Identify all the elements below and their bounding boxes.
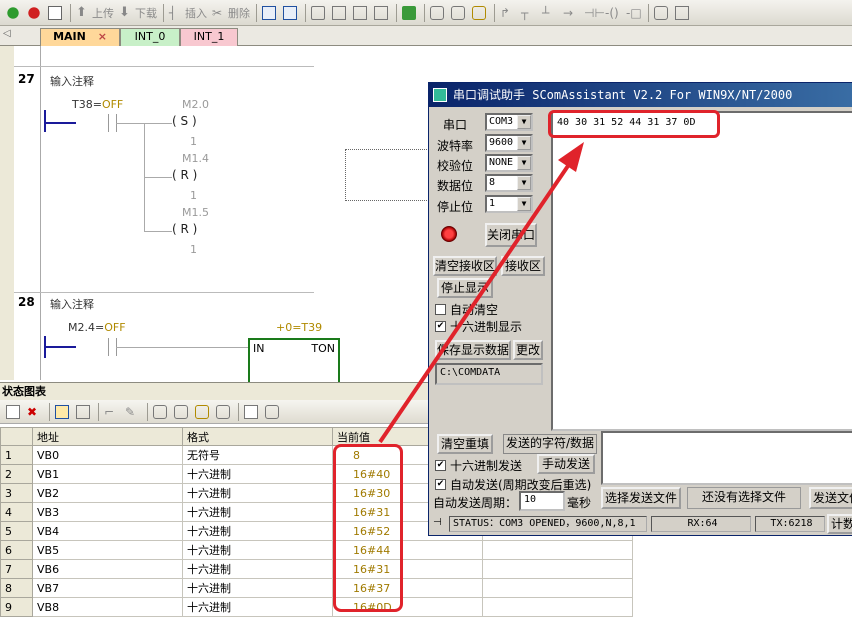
annotation-arrow	[378, 142, 584, 444]
